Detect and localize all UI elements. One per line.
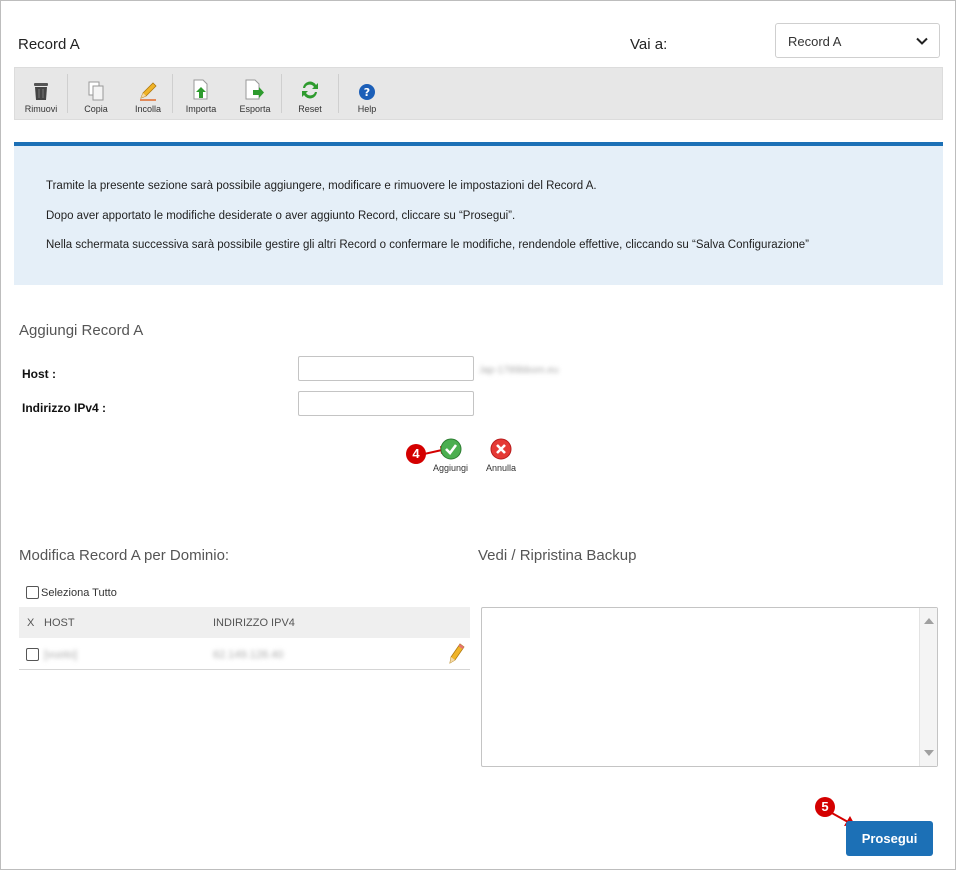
add-record-title: Aggiungi Record A bbox=[19, 322, 144, 339]
paste-label: Incolla bbox=[134, 104, 161, 114]
add-label: Aggiungi bbox=[433, 463, 469, 473]
backup-scrollbar[interactable] bbox=[919, 608, 937, 766]
help-icon: ? bbox=[359, 84, 375, 100]
import-icon bbox=[193, 79, 208, 100]
info-line-2: Dopo aver apportato le modifiche desider… bbox=[46, 210, 516, 222]
col-ipv4: INDIRIZZO IPV4 bbox=[213, 617, 295, 629]
help-label: Help bbox=[357, 104, 377, 114]
toolbar: Rimuovi Copia Incolla Importa Esporta Re… bbox=[14, 67, 943, 120]
host-domain-suffix: .lap-1789bbom.eu bbox=[478, 365, 559, 376]
col-x: X bbox=[27, 617, 35, 629]
check-icon bbox=[440, 438, 462, 460]
info-panel: Tramite la presente sezione sarà possibi… bbox=[14, 142, 943, 285]
backup-list[interactable] bbox=[481, 607, 938, 767]
info-line-1: Tramite la presente sezione sarà possibi… bbox=[46, 180, 597, 192]
info-line-3: Nella schermata successiva sarà possibil… bbox=[46, 239, 809, 251]
step-marker-4: 4 bbox=[406, 444, 426, 464]
cancel-button[interactable]: Annulla bbox=[486, 438, 516, 473]
backup-title: Vedi / Ripristina Backup bbox=[478, 547, 637, 564]
select-all-checkbox[interactable] bbox=[26, 586, 39, 599]
pencil-icon[interactable] bbox=[447, 642, 465, 666]
col-host: HOST bbox=[44, 617, 75, 629]
goto-selected-value: Record A bbox=[788, 34, 842, 49]
paste-button[interactable]: Incolla bbox=[124, 68, 172, 119]
ipv4-input[interactable] bbox=[298, 391, 474, 416]
records-title: Modifica Record A per Dominio: bbox=[19, 547, 230, 564]
chevron-down-icon bbox=[916, 37, 928, 45]
row-checkbox[interactable] bbox=[26, 648, 39, 661]
row-host: [vuoto] bbox=[44, 649, 78, 661]
reset-label: Reset bbox=[298, 104, 322, 114]
host-input[interactable] bbox=[298, 356, 474, 381]
help-button[interactable]: ? Help bbox=[339, 68, 395, 119]
copy-icon bbox=[88, 81, 104, 101]
goto-label: Vai a: bbox=[630, 36, 668, 53]
proceed-button[interactable]: Prosegui bbox=[846, 821, 933, 856]
remove-button[interactable]: Rimuovi bbox=[15, 68, 67, 119]
select-all-label: Seleziona Tutto bbox=[41, 586, 117, 599]
reset-button[interactable]: Reset bbox=[282, 68, 338, 119]
close-icon bbox=[490, 438, 512, 460]
page-title: Record A bbox=[18, 36, 80, 53]
table-row: [vuoto] 62.149.128.40 bbox=[19, 638, 470, 670]
import-label: Importa bbox=[185, 104, 217, 114]
records-table-header: X HOST INDIRIZZO IPV4 bbox=[19, 607, 470, 638]
cancel-label: Annulla bbox=[486, 463, 517, 473]
copy-button[interactable]: Copia bbox=[68, 68, 124, 119]
ipv4-label: Indirizzo IPv4 : bbox=[22, 401, 107, 415]
goto-select[interactable]: Record A bbox=[775, 23, 940, 58]
reset-icon bbox=[302, 81, 318, 99]
export-icon bbox=[245, 79, 264, 100]
svg-text:?: ? bbox=[364, 86, 370, 99]
host-label: Host : bbox=[22, 367, 56, 381]
select-all[interactable]: Seleziona Tutto bbox=[26, 586, 117, 599]
add-button[interactable]: Aggiungi bbox=[433, 438, 468, 473]
scroll-down-icon[interactable] bbox=[924, 750, 934, 756]
trash-icon bbox=[34, 83, 48, 100]
export-button[interactable]: Esporta bbox=[229, 68, 281, 119]
copy-label: Copia bbox=[84, 104, 108, 114]
import-button[interactable]: Importa bbox=[173, 68, 229, 119]
pencil-icon bbox=[140, 82, 157, 101]
remove-label: Rimuovi bbox=[24, 104, 58, 114]
export-label: Esporta bbox=[239, 104, 271, 114]
row-ipv4: 62.149.128.40 bbox=[213, 649, 284, 661]
scroll-up-icon[interactable] bbox=[924, 618, 934, 624]
